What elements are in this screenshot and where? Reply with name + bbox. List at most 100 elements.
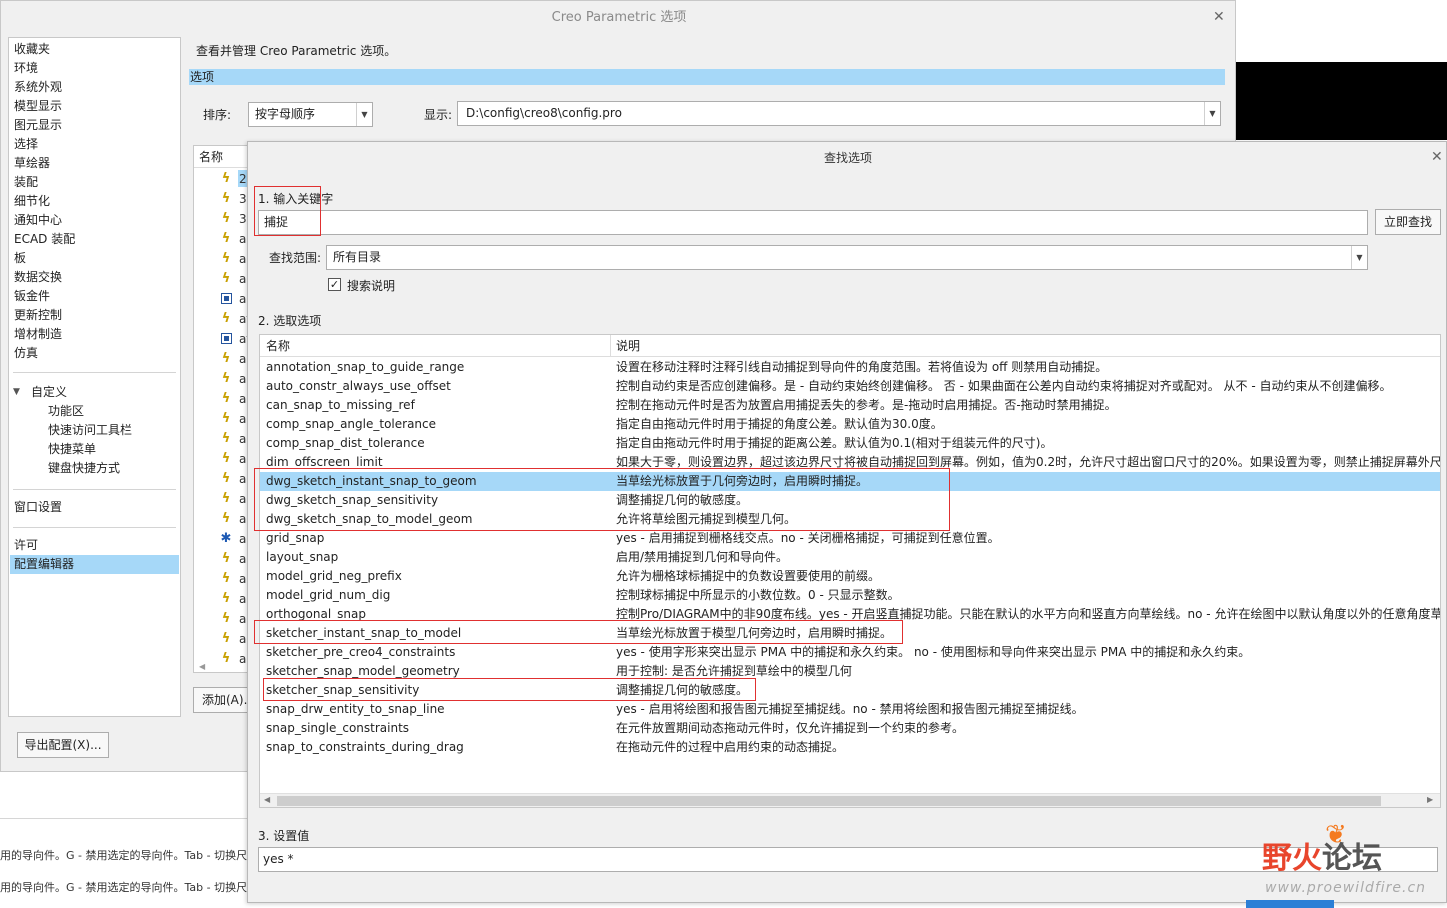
- nav-item-customize[interactable]: 自定义: [31, 383, 67, 402]
- search-now-button[interactable]: 立即查找: [1375, 209, 1441, 235]
- nav-item[interactable]: 细节化: [14, 192, 50, 211]
- results-rows: annotation_snap_to_guide_range 设置在移动注释时注释…: [260, 358, 1440, 757]
- nav-item[interactable]: 通知中心: [14, 211, 62, 230]
- chevron-down-icon[interactable]: ▼: [356, 103, 372, 126]
- option-name: sketcher_snap_sensitivity: [266, 683, 420, 697]
- chevron-down-icon[interactable]: ▼: [1351, 246, 1367, 269]
- nav-item-config-editor[interactable]: 配置编辑器: [10, 555, 179, 574]
- table-row[interactable]: comp_snap_angle_tolerance 指定自由拖动元件时用于捕捉的角…: [260, 415, 1440, 434]
- table-row[interactable]: dim_offscreen_limit 如果大于零，则设置边界，超过该边界尺寸将被…: [260, 453, 1440, 472]
- nav-item[interactable]: 增材制造: [14, 325, 62, 344]
- close-icon[interactable]: ✕: [1213, 10, 1225, 24]
- export-config-button[interactable]: 导出配置(X)...: [17, 732, 109, 758]
- close-icon[interactable]: ✕: [1431, 150, 1443, 164]
- nav-item-window-settings[interactable]: 窗口设置: [14, 498, 62, 517]
- table-row[interactable]: layout_snap 启用/禁用捕捉到几何和导向件。: [260, 548, 1440, 567]
- lightning-icon: ϟ: [221, 551, 231, 566]
- sort-select[interactable]: 按字母顺序 ▼: [248, 102, 373, 127]
- scrollbar-thumb[interactable]: [277, 796, 1381, 806]
- table-row[interactable]: annotation_snap_to_guide_range 设置在移动注释时注释…: [260, 358, 1440, 377]
- nav-item[interactable]: 数据交换: [14, 268, 62, 287]
- nav-item[interactable]: 模型显示: [14, 97, 62, 116]
- table-row[interactable]: sketcher_instant_snap_to_model 当草绘光标放置于模型…: [260, 624, 1440, 643]
- nav-item-customize-sub[interactable]: 快捷菜单: [48, 440, 96, 459]
- table-row[interactable]: snap_drw_entity_to_snap_line yes - 启用将绘图和…: [260, 700, 1440, 719]
- scroll-left-icon[interactable]: ◀: [264, 795, 270, 804]
- table-row[interactable]: model_grid_num_dig 控制球标捕捉中所显示的小数位数。0 - 只显…: [260, 586, 1440, 605]
- step-label: 2. 选取选项: [258, 314, 322, 328]
- nav-item[interactable]: 装配: [14, 173, 38, 192]
- display-label: 显示:: [424, 108, 453, 122]
- table-row[interactable]: snap_single_constraints 在元件放置期间动态拖动元件时，仅允…: [260, 719, 1440, 738]
- option-name: comp_snap_angle_tolerance: [266, 417, 437, 431]
- nav-item[interactable]: 仿真: [14, 344, 38, 363]
- option-description: 允许将草绘图元捕捉到模型几何。: [616, 512, 797, 526]
- table-row[interactable]: model_grid_neg_prefix 允许为栅格球标捕捉中的负数设置要使用的…: [260, 567, 1440, 586]
- scroll-right-icon[interactable]: ▶: [1427, 795, 1433, 804]
- nav-item[interactable]: 图元显示: [14, 116, 62, 135]
- logo-text: 论坛: [1322, 841, 1382, 876]
- sort-label: 排序:: [203, 108, 232, 122]
- column-divider[interactable]: [610, 335, 611, 357]
- taskbar-button[interactable]: [1246, 900, 1334, 908]
- table-row[interactable]: sketcher_snap_sensitivity 调整捕捉几何的敏感度。: [260, 681, 1440, 700]
- table-row[interactable]: grid_snap yes - 启用捕捉到栅格线交点。no - 关闭栅格捕捉，可捕…: [260, 529, 1440, 548]
- nav-item[interactable]: 环境: [14, 59, 38, 78]
- table-row[interactable]: can_snap_to_missing_ref 控制在拖动元件时是否为放置启用捕捉…: [260, 396, 1440, 415]
- nav-item-customize-sub[interactable]: 功能区: [48, 402, 84, 421]
- scroll-left-icon[interactable]: ◀: [199, 662, 205, 671]
- divider: [13, 527, 176, 528]
- option-description: 在拖动元件的过程中启用约束的动态捕捉。: [616, 740, 845, 754]
- nav-item[interactable]: 选择: [14, 135, 38, 154]
- keyword-input[interactable]: 捕捉: [258, 210, 1368, 235]
- table-row[interactable]: orthogonal_snap 控制Pro/DIAGRAM中的非90度布线。yes…: [260, 605, 1440, 624]
- display-select[interactable]: D:\config\creo8\config.pro ▼: [457, 101, 1221, 126]
- table-row[interactable]: dwg_sketch_instant_snap_to_geom 当草绘光标放置于几…: [260, 472, 1440, 491]
- column-header-description[interactable]: 说明: [616, 335, 640, 357]
- table-row[interactable]: snap_to_constraints_during_drag 在拖动元件的过程中…: [260, 738, 1440, 757]
- option-description: 控制自动约束是否应创建偏移。是 - 自动约束始终创建偏移。 否 - 如果曲面在公…: [616, 379, 1392, 393]
- lightning-icon: ϟ: [221, 411, 231, 426]
- nav-item[interactable]: 草绘器: [14, 154, 50, 173]
- option-name: dwg_sketch_snap_to_model_geom: [266, 512, 473, 526]
- lightning-icon: ϟ: [221, 591, 231, 606]
- nav-item[interactable]: 板: [14, 249, 26, 268]
- nav-item[interactable]: ECAD 装配: [14, 230, 75, 249]
- scope-select[interactable]: 所有目录 ▼: [326, 245, 1368, 270]
- option-name: comp_snap_dist_tolerance: [266, 436, 425, 450]
- add-button[interactable]: 添加(A)...: [193, 687, 249, 713]
- step-label: 1. 输入关键字: [258, 192, 334, 206]
- table-row[interactable]: dwg_sketch_snap_to_model_geom 允许将草绘图元捕捉到模…: [260, 510, 1440, 529]
- display-value: D:\config\creo8\config.pro: [466, 106, 622, 120]
- column-header-name[interactable]: 名称: [194, 146, 248, 168]
- option-name: dwg_sketch_snap_sensitivity: [266, 493, 439, 507]
- horizontal-scrollbar[interactable]: ◀ ▶: [260, 793, 1440, 807]
- step-label: 3. 设置值: [258, 829, 310, 843]
- option-name: sketcher_pre_creo4_constraints: [266, 645, 456, 659]
- nav-item[interactable]: 系统外观: [14, 78, 62, 97]
- nav-item-customize-sub[interactable]: 键盘快捷方式: [48, 459, 120, 478]
- search-description-checkbox[interactable]: ✓: [328, 278, 341, 291]
- option-name: snap_drw_entity_to_snap_line: [266, 702, 445, 716]
- option-description: yes - 启用捕捉到栅格线交点。no - 关闭栅格捕捉，可捕捉到任意位置。: [616, 531, 1000, 545]
- search-description-label[interactable]: 搜索说明: [347, 277, 395, 294]
- option-description: 控制在拖动元件时是否为放置启用捕捉丢失的参考。是-拖动时启用捕捉。否-拖动时禁用…: [616, 398, 1117, 412]
- nav-item[interactable]: 更新控制: [14, 306, 62, 325]
- lightning-icon: ϟ: [221, 611, 231, 626]
- nav-item-customize-sub[interactable]: 快速访问工具栏: [48, 421, 132, 440]
- table-row[interactable]: sketcher_snap_model_geometry 用于控制: 是否允许捕捉…: [260, 662, 1440, 681]
- chevron-down-icon[interactable]: ▼: [1204, 102, 1220, 125]
- value-input[interactable]: yes *: [258, 847, 1438, 872]
- nav-item-license[interactable]: 许可: [14, 536, 38, 555]
- table-row[interactable]: sketcher_pre_creo4_constraints yes - 使用字形…: [260, 643, 1440, 662]
- table-row[interactable]: comp_snap_dist_tolerance 指定自由拖动元件时用于捕捉的距离…: [260, 434, 1440, 453]
- table-row[interactable]: dwg_sketch_snap_sensitivity 调整捕捉几何的敏感度。: [260, 491, 1440, 510]
- status-line: 用的导向件。G - 禁用选定的导向件。Tab - 切换尺寸: [0, 881, 248, 894]
- option-box-icon: [221, 293, 232, 304]
- triangle-down-icon[interactable]: ▼: [13, 383, 20, 402]
- table-row[interactable]: auto_constr_always_use_offset 控制自动约束是否应创建…: [260, 377, 1440, 396]
- nav-item[interactable]: 收藏夹: [14, 40, 50, 59]
- column-header-name[interactable]: 名称: [266, 335, 290, 357]
- option-name: model_grid_neg_prefix: [266, 569, 402, 583]
- nav-item[interactable]: 钣金件: [14, 287, 50, 306]
